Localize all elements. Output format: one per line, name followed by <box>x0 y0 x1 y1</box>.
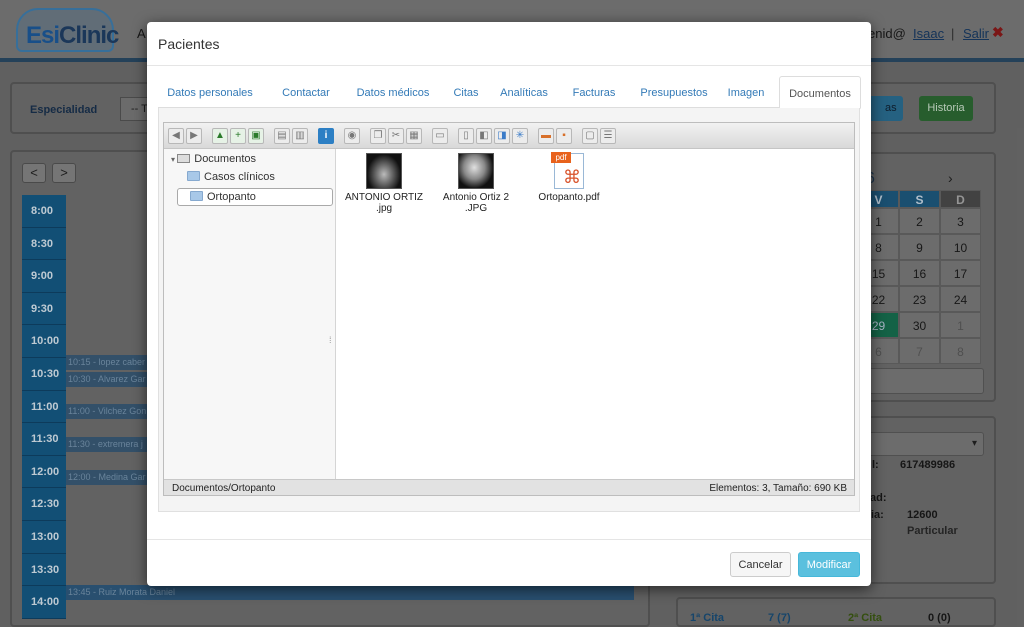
file-name: Antonio Ortiz 2 .JPG <box>442 192 510 214</box>
paste-icon[interactable]: ▦ <box>406 128 422 144</box>
tab-documentos[interactable]: Documentos <box>779 76 861 109</box>
delete-icon[interactable]: ▯ <box>458 128 474 144</box>
forward-icon[interactable]: ▶ <box>186 128 202 144</box>
folder-icon <box>190 191 203 201</box>
tree-item-ortopanto[interactable]: Ortopanto <box>177 188 333 206</box>
new-folder-icon[interactable]: + <box>230 128 246 144</box>
modal-header: Pacientes <box>147 22 871 66</box>
explorer-statusbar: Documentos/Ortopanto Elementos: 3, Tamañ… <box>164 479 854 495</box>
up-folder-icon[interactable]: ▲ <box>212 128 228 144</box>
file-item[interactable]: Antonio Ortiz 2 .JPG <box>434 153 518 214</box>
open-icon[interactable]: ▤ <box>274 128 290 144</box>
tab-presupuestos[interactable]: Presupuestos <box>634 76 714 108</box>
archive-icon[interactable]: ▬ <box>538 128 554 144</box>
modal-footer: Cancelar Modificar <box>147 539 871 586</box>
tree-item-casos-clinicos[interactable]: Casos clínicos <box>187 171 275 183</box>
file-name: Ortopanto.pdf <box>538 192 600 203</box>
tab-citas[interactable]: Citas <box>445 76 487 108</box>
folder-stats: Elementos: 3, Tamaño: 690 KB <box>709 483 847 494</box>
folder-icon <box>187 171 200 181</box>
tab-datos-personales[interactable]: Datos personales <box>158 76 262 108</box>
patient-tabs: Datos personales Contactar Datos médicos… <box>158 76 861 109</box>
drive-icon <box>177 154 191 163</box>
tab-facturas[interactable]: Facturas <box>563 76 625 108</box>
download-icon[interactable]: ▥ <box>292 128 308 144</box>
tab-contactar[interactable]: Contactar <box>272 76 340 108</box>
view-icons-icon[interactable]: ▢ <box>582 128 598 144</box>
splitter-handle[interactable]: ⁞ <box>329 335 332 345</box>
modal-title: Pacientes <box>158 36 220 52</box>
pdf-badge: pdf <box>551 152 571 163</box>
xray-thumbnail-icon <box>366 153 402 189</box>
explorer-toolbar: ◀ ▶ ▲ + ▣ ▤ ▥ i ◉ ❐ ✂ ▦ ▭ ▯ ◧ ◨ ✳ ▬ ▪ ▢ … <box>164 123 854 149</box>
tab-analiticas[interactable]: Analíticas <box>494 76 554 108</box>
pdf-file-icon: pdf ⌘ <box>551 152 584 189</box>
file-list: ANTONIO ORTIZ .jpg Antonio Ortiz 2 .JPG pd… <box>338 149 854 479</box>
file-name: ANTONIO ORTIZ .jpg <box>345 192 423 214</box>
folder-tree: ▾ Documentos Casos clínicos Ortopanto ⁞ <box>164 149 336 479</box>
tab-datos-medicos[interactable]: Datos médicos <box>349 76 437 108</box>
tab-imagen[interactable]: Imagen <box>722 76 770 108</box>
back-icon[interactable]: ◀ <box>168 128 184 144</box>
xray-thumbnail-icon <box>458 153 494 189</box>
cancel-button[interactable]: Cancelar <box>730 552 791 577</box>
acrobat-icon: ⌘ <box>563 167 581 187</box>
file-item[interactable]: ANTONIO ORTIZ .jpg <box>342 153 426 214</box>
file-item[interactable]: pdf ⌘ Ortopanto.pdf <box>527 152 611 203</box>
info-icon[interactable]: i <box>318 128 334 144</box>
extract-icon[interactable]: ✳ <box>512 128 528 144</box>
edit-icon[interactable]: ◧ <box>476 128 492 144</box>
preview-icon[interactable]: ◉ <box>344 128 360 144</box>
modify-button[interactable]: Modificar <box>798 552 860 577</box>
rename-icon[interactable]: ▭ <box>432 128 448 144</box>
copy-icon[interactable]: ❐ <box>370 128 386 144</box>
sort-icon[interactable]: ▪ <box>556 128 572 144</box>
resize-icon[interactable]: ◨ <box>494 128 510 144</box>
cut-icon[interactable]: ✂ <box>388 128 404 144</box>
current-path: Documentos/Ortopanto <box>172 483 276 494</box>
file-explorer: ◀ ▶ ▲ + ▣ ▤ ▥ i ◉ ❐ ✂ ▦ ▭ ▯ ◧ ◨ ✳ ▬ ▪ ▢ … <box>163 122 855 496</box>
tree-root-documentos[interactable]: ▾ Documentos <box>171 153 256 165</box>
save-icon[interactable]: ▣ <box>248 128 264 144</box>
view-list-icon[interactable]: ☰ <box>600 128 616 144</box>
pacientes-modal: Pacientes Datos personales Contactar Dat… <box>147 22 871 586</box>
